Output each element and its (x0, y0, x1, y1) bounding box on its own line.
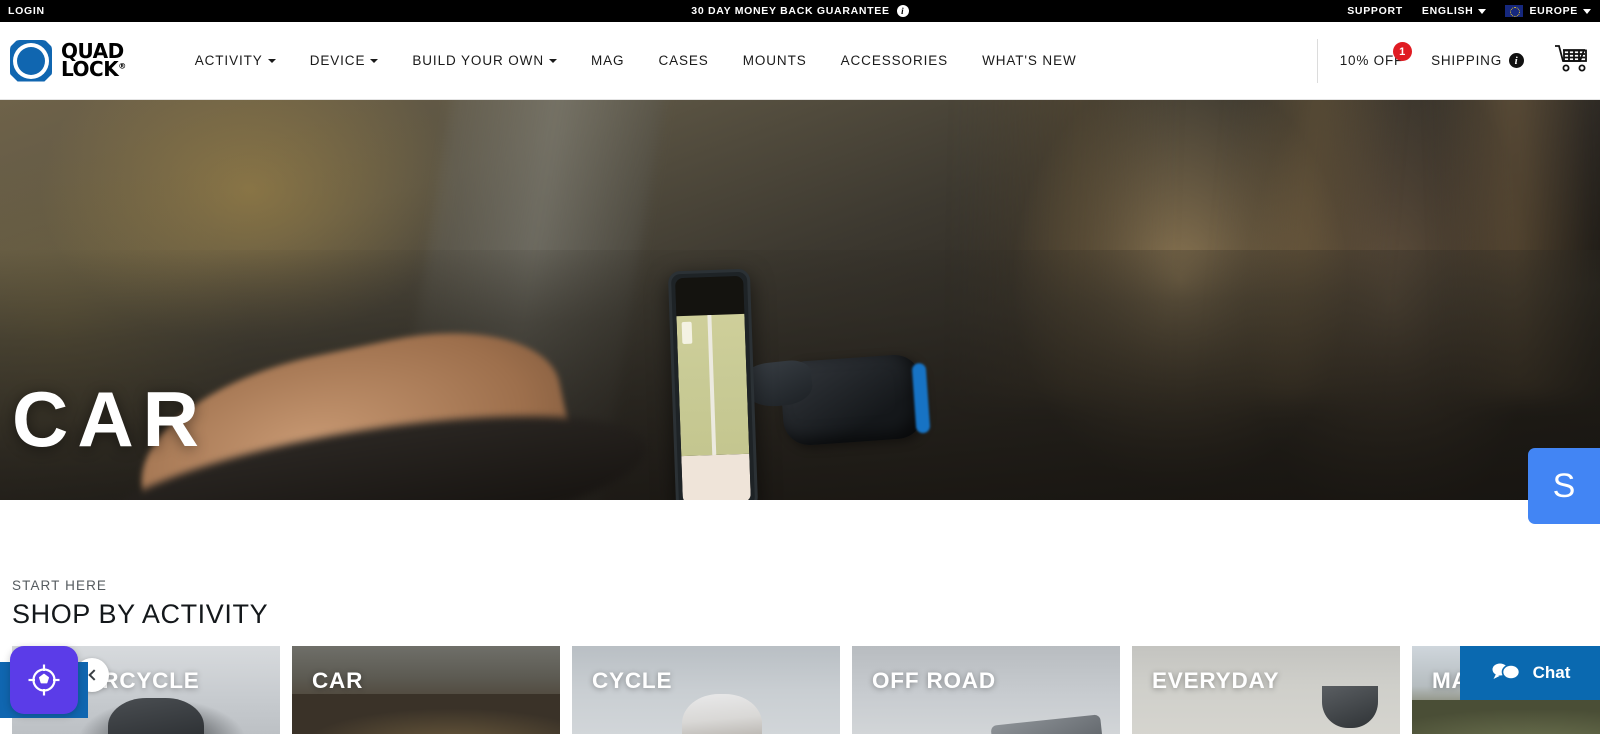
card-label: EVERYDAY (1152, 668, 1280, 693)
nav-item-accessories[interactable]: ACCESSORIES (824, 53, 965, 68)
hero-phone-footer (681, 453, 751, 500)
chevron-down-icon (1478, 8, 1487, 14)
chevron-down-icon (267, 58, 276, 63)
nav-item-mounts[interactable]: MOUNTS (726, 53, 824, 68)
activity-card-cycle[interactable]: CYCLE (572, 646, 840, 734)
logo-line-2: LOCK® (61, 56, 126, 81)
login-link[interactable]: LOGIN (8, 5, 45, 17)
card-label: OFF ROAD (872, 668, 996, 693)
shipping-info-button[interactable]: SHIPPING i (1431, 53, 1524, 68)
site-header: QUAD LOCK® ACTIVITY DEVICE BUILD YOUR OW… (0, 22, 1600, 100)
hero-phone (667, 268, 759, 500)
shopping-cart-icon[interactable] (1554, 43, 1588, 78)
chevron-left-icon (87, 669, 100, 681)
nav-item-mag[interactable]: MAG (574, 53, 641, 68)
shop-by-activity-section: START HERE SHOP BY ACTIVITY MOTORCYCLE C… (0, 500, 1600, 734)
chat-button[interactable]: Chat (1460, 646, 1600, 700)
support-link[interactable]: SUPPORT (1347, 5, 1403, 17)
nav-item-activity[interactable]: ACTIVITY (178, 53, 293, 68)
activity-card-car[interactable]: CAR (292, 646, 560, 734)
activity-card-off-road[interactable]: OFF ROAD (852, 646, 1120, 734)
nav-item-whats-new[interactable]: WHAT'S NEW (965, 53, 1094, 68)
logo-wordmark: QUAD LOCK® (61, 41, 126, 81)
info-icon[interactable]: i (896, 5, 909, 17)
main-navigation: ACTIVITY DEVICE BUILD YOUR OWN MAG CASES… (178, 53, 1094, 68)
language-label: ENGLISH (1421, 5, 1474, 17)
activity-card-everyday[interactable]: EVERYDAY (1132, 646, 1400, 734)
hero-phone-screen (675, 275, 751, 500)
shipping-label: SHIPPING (1431, 53, 1502, 68)
logo-home-link[interactable]: QUAD LOCK® (10, 39, 126, 82)
header-utility-group: 10% OFF 1 SHIPPING i (1316, 38, 1588, 83)
hero-title: CAR (12, 375, 208, 463)
chat-label: Chat (1532, 663, 1571, 682)
nav-label: ACTIVITY (194, 53, 263, 68)
hero-phone-nav-header (675, 275, 745, 317)
activity-card-carousel[interactable]: MOTORCYCLE CAR CYCLE OFF ROAD EVERYDAY M… (12, 646, 1600, 734)
promo-badge-count: 1 (1393, 42, 1413, 61)
announcement-bar: LOGIN 30 DAY MONEY BACK GUARANTEE i SUPP… (0, 0, 1600, 22)
language-selector[interactable]: ENGLISH (1422, 5, 1487, 17)
nav-item-device[interactable]: DEVICE (293, 53, 396, 68)
guarantee-text: 30 DAY MONEY BACK GUARANTEE (691, 5, 890, 17)
survey-tab-button[interactable]: S (1528, 448, 1600, 524)
nav-label: DEVICE (309, 53, 366, 68)
location-widget-button[interactable] (10, 646, 78, 714)
nav-label: BUILD YOUR OWN (412, 53, 544, 68)
card-label: CYCLE (592, 668, 673, 693)
region-label: EUROPE (1529, 5, 1578, 17)
promo-offer-button[interactable]: 10% OFF 1 (1340, 42, 1413, 68)
section-eyebrow: START HERE (12, 578, 108, 593)
eu-flag-icon (1505, 5, 1524, 17)
chevron-down-icon (548, 58, 557, 63)
hero-banner: CAR (0, 100, 1600, 500)
nav-item-build-your-own[interactable]: BUILD YOUR OWN (395, 53, 574, 68)
info-icon[interactable]: i (1509, 53, 1524, 68)
page-title: SHOP BY ACTIVITY (12, 599, 269, 629)
speech-bubbles-icon (1490, 661, 1522, 686)
target-location-icon (28, 664, 60, 696)
nav-item-cases[interactable]: CASES (641, 53, 725, 68)
chevron-down-icon (1583, 8, 1591, 14)
quad-lock-ring-icon (10, 39, 52, 82)
card-label: CAR (312, 668, 364, 693)
region-selector[interactable]: EUROPE (1505, 5, 1591, 17)
topbar-right-group: SUPPORT ENGLISH EUROPE (1347, 5, 1600, 17)
chevron-down-icon (370, 58, 379, 63)
hero-phone-map (676, 313, 750, 457)
